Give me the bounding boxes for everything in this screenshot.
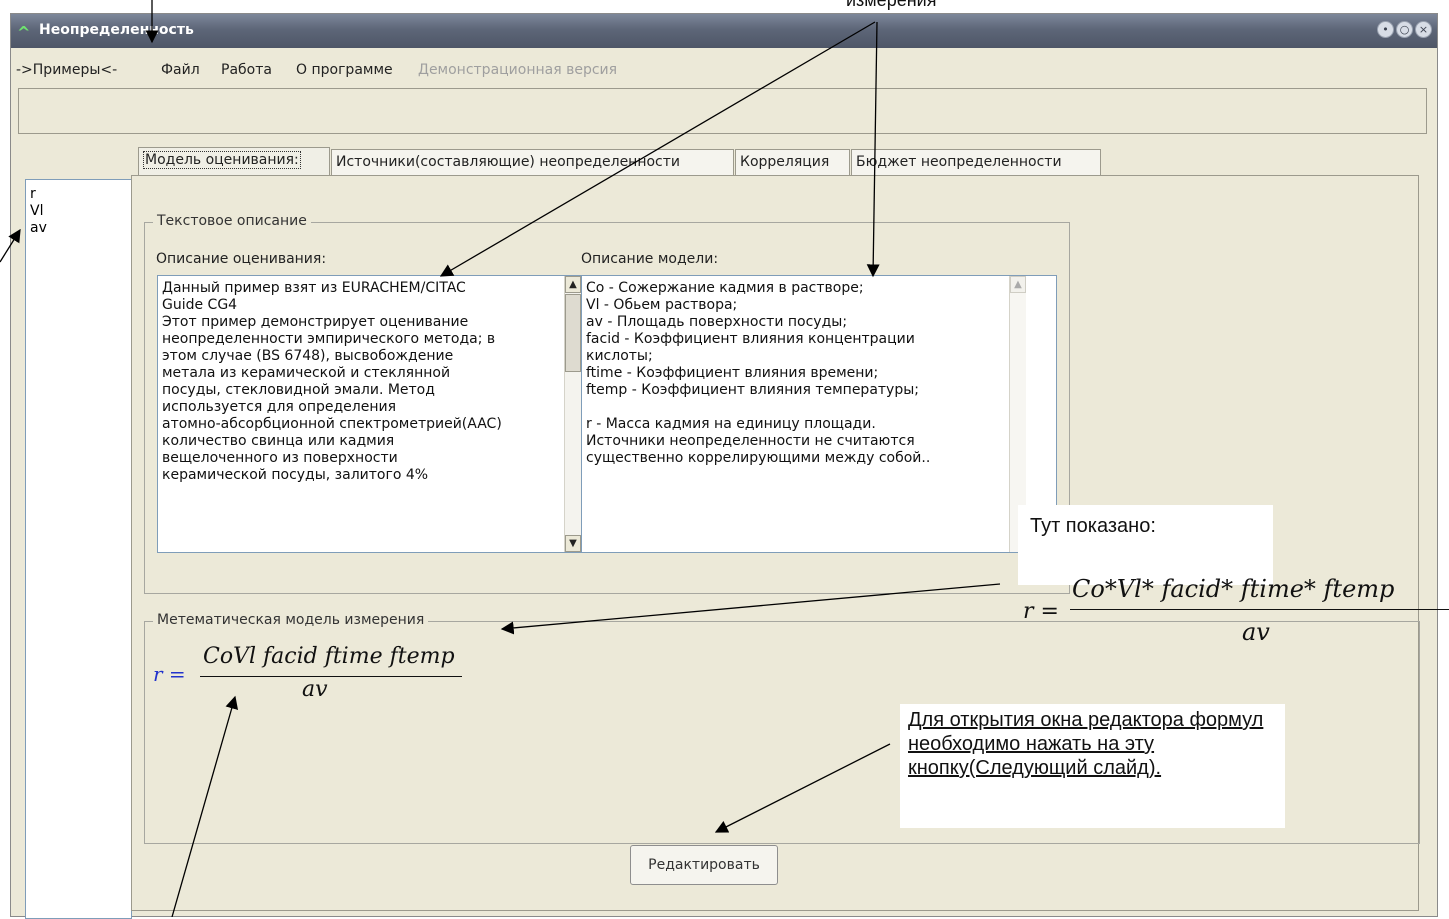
annotation-arrows (0, 0, 1001, 917)
